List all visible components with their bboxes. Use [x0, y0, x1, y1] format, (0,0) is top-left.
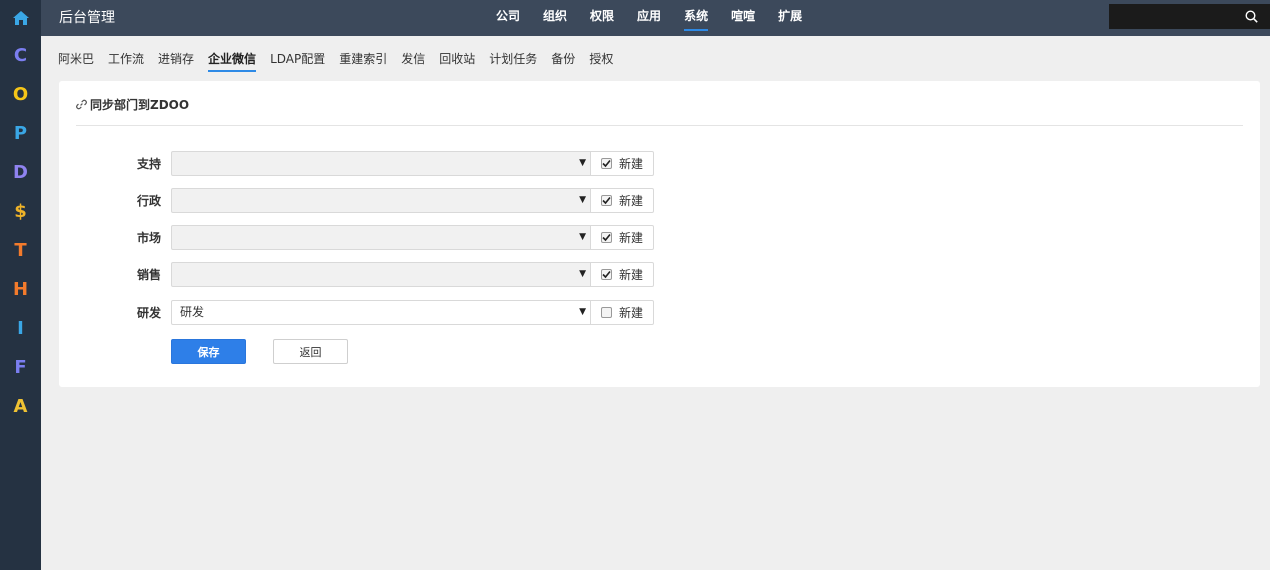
caret-down-icon: ▼ [579, 232, 586, 242]
subnav-item-trash[interactable]: 回收站 [439, 44, 475, 72]
app-oa-button[interactable]: O [0, 75, 41, 114]
left-app-nav: C O P D $ T H I F A [0, 0, 41, 570]
subnav-item-license[interactable]: 授权 [589, 44, 613, 72]
menu-item-extension[interactable]: 扩展 [778, 0, 802, 36]
checkbox-box[interactable] [601, 158, 612, 169]
subnav-item-backup[interactable]: 备份 [551, 44, 575, 72]
checkbox-label: 新建 [619, 157, 644, 171]
subnav-item-cron[interactable]: 计划任务 [489, 44, 537, 72]
dept-row: 支持 ▼ 新建 [59, 151, 1260, 176]
save-button[interactable]: 保存 [171, 339, 246, 364]
app-crm-letter: C [13, 45, 28, 66]
search-icon [1245, 10, 1258, 23]
new-dept-checkbox[interactable]: 新建 [591, 262, 654, 287]
app-hr-letter: H [12, 279, 29, 300]
back-button[interactable]: 返回 [273, 339, 348, 364]
menu-item-company[interactable]: 公司 [496, 0, 520, 36]
panel-title: 同步部门到ZDOO [76, 96, 189, 113]
dept-row: 行政 ▼ 新建 [59, 188, 1260, 213]
app-team-button[interactable]: T [0, 231, 41, 270]
checkbox-box[interactable] [601, 269, 612, 280]
app-cash-button[interactable]: $ [0, 192, 41, 231]
app-amoeba-letter: A [13, 396, 28, 417]
panel-divider [76, 125, 1243, 126]
menu-item-permission[interactable]: 权限 [590, 0, 614, 36]
dept-select[interactable]: ▼ [171, 225, 591, 250]
app-flow-letter: F [14, 357, 27, 378]
dept-select[interactable]: ▼ [171, 151, 591, 176]
new-dept-checkbox[interactable]: 新建 [591, 300, 654, 325]
menu-item-apps[interactable]: 应用 [637, 0, 661, 36]
app-psi-letter: I [17, 318, 24, 339]
subnav-item-workflow[interactable]: 工作流 [108, 44, 144, 72]
dept-select[interactable]: ▼ [171, 262, 591, 287]
app-doc-button[interactable]: D [0, 153, 41, 192]
app-proj-button[interactable]: P [0, 114, 41, 153]
subnav-item-ldap[interactable]: LDAP配置 [270, 44, 325, 72]
app-psi-button[interactable]: I [0, 309, 41, 348]
link-icon [76, 99, 87, 110]
dept-row: 研发 研发 ▼ 新建 [59, 300, 1260, 325]
search-button[interactable] [1233, 4, 1270, 29]
checkmark-icon [602, 270, 611, 279]
sub-nav: 阿米巴 工作流 进销存 企业微信 LDAP配置 重建索引 发信 回收站 计划任务… [58, 44, 627, 72]
checkbox-label: 新建 [619, 231, 644, 245]
checkbox-label: 新建 [619, 268, 644, 282]
dept-row: 销售 ▼ 新建 [59, 262, 1260, 287]
top-header: 后台管理 公司 组织 权限 应用 系统 喧喧 扩展 [41, 0, 1270, 36]
dept-label: 研发 [136, 306, 161, 320]
dept-label: 支持 [136, 157, 161, 171]
caret-down-icon: ▼ [579, 158, 586, 168]
subnav-item-wechat[interactable]: 企业微信 [208, 44, 257, 72]
sync-dept-panel: 同步部门到ZDOO 支持 ▼ 新建 行政 ▼ 新建 市场 ▼ 新建 销售 ▼ 新… [59, 81, 1260, 387]
home-button[interactable] [0, 0, 41, 36]
menu-item-org[interactable]: 组织 [543, 0, 567, 36]
dept-label: 市场 [136, 231, 161, 245]
main-menu: 公司 组织 权限 应用 系统 喧喧 扩展 [496, 0, 825, 36]
app-oa-letter: O [12, 84, 29, 105]
menu-item-xuanxuan[interactable]: 喧喧 [731, 0, 755, 36]
new-dept-checkbox[interactable]: 新建 [591, 151, 654, 176]
subnav-item-amoeba[interactable]: 阿米巴 [58, 44, 94, 72]
checkbox-box[interactable] [601, 307, 612, 318]
search-input[interactable] [1109, 4, 1233, 29]
checkmark-icon [602, 159, 611, 168]
app-proj-letter: P [13, 123, 28, 144]
dept-select[interactable]: 研发 ▼ [171, 300, 591, 325]
dept-label: 行政 [136, 194, 161, 208]
dept-label: 销售 [136, 268, 161, 282]
checkbox-box[interactable] [601, 195, 612, 206]
app-team-letter: T [14, 240, 27, 261]
app-hr-button[interactable]: H [0, 270, 41, 309]
brand-title: 后台管理 [59, 10, 115, 26]
checkbox-label: 新建 [619, 306, 644, 320]
dept-select-value: 研发 [180, 305, 205, 319]
dept-select[interactable]: ▼ [171, 188, 591, 213]
subnav-item-psi[interactable]: 进销存 [158, 44, 194, 72]
panel-title-text: 同步部门到ZDOO [90, 98, 190, 112]
menu-item-system[interactable]: 系统 [684, 0, 709, 36]
dept-row: 市场 ▼ 新建 [59, 225, 1260, 250]
subnav-item-reindex[interactable]: 重建索引 [339, 44, 387, 72]
caret-down-icon: ▼ [579, 195, 586, 205]
new-dept-checkbox[interactable]: 新建 [591, 188, 654, 213]
app-doc-letter: D [13, 162, 28, 183]
app-cash-letter: $ [14, 201, 27, 222]
checkmark-icon [602, 196, 611, 205]
caret-down-icon: ▼ [579, 269, 586, 279]
app-crm-button[interactable]: C [0, 36, 41, 75]
app-amoeba-button[interactable]: A [0, 387, 41, 426]
checkmark-icon [602, 233, 611, 242]
checkbox-box[interactable] [601, 232, 612, 243]
caret-down-icon: ▼ [579, 307, 586, 317]
new-dept-checkbox[interactable]: 新建 [591, 225, 654, 250]
app-flow-button[interactable]: F [0, 348, 41, 387]
home-icon [12, 11, 29, 25]
subnav-item-mail[interactable]: 发信 [401, 44, 425, 72]
checkbox-label: 新建 [619, 194, 644, 208]
